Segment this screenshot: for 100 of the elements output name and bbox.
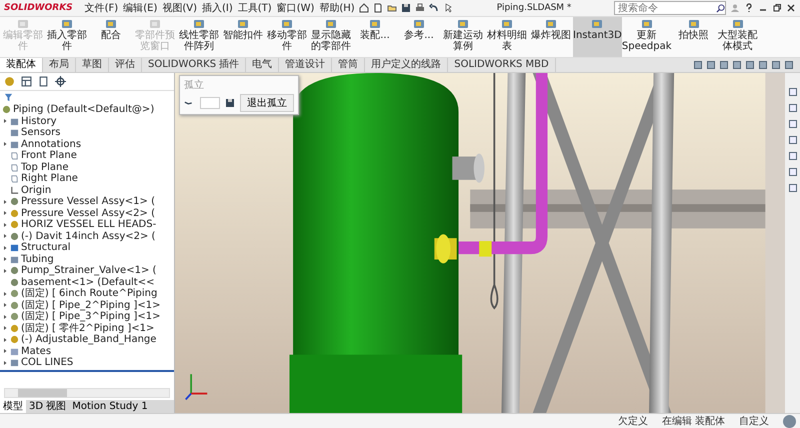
tree-item[interactable]: Tubing	[21, 254, 54, 265]
ribbon-button[interactable]: 拍快照	[672, 17, 716, 57]
menu-item[interactable]: 窗口(W)	[276, 1, 314, 15]
origin-icon	[10, 186, 19, 195]
avatar	[783, 414, 796, 428]
tree-item[interactable]: Right Plane	[21, 173, 78, 184]
tree-item[interactable]: (固定) [ 零件2^Piping ]<1>	[21, 322, 154, 334]
expand-arrow-icon[interactable]	[2, 118, 8, 124]
ribbon-button[interactable]: 线性零部件阵列	[177, 17, 221, 57]
tree-item[interactable]: (-) Davit 14inch Assy<2> (	[21, 230, 156, 242]
expand-arrow-icon[interactable]	[2, 198, 8, 205]
tool-icon	[501, 18, 513, 30]
expand-arrow-icon[interactable]	[2, 336, 8, 343]
assembly-icon	[2, 105, 11, 114]
ribbon-button[interactable]: 插入零部件	[45, 17, 89, 57]
undo-icon[interactable]	[428, 3, 439, 13]
tool-icon	[281, 18, 293, 30]
expand-arrow-icon[interactable]	[2, 141, 8, 148]
tree-item[interactable]: basement<1> (Default<<	[21, 276, 154, 288]
property-tab-icon[interactable]	[21, 76, 32, 87]
tree-item[interactable]: Sensors	[21, 127, 60, 138]
ribbon-button[interactable]: 更新Speedpak	[622, 17, 672, 57]
tree-item[interactable]: Piping (Default<Default@>)	[13, 104, 154, 116]
tree-item[interactable]: Mates	[21, 346, 52, 357]
tree-item[interactable]: COL LINES	[21, 357, 74, 368]
tree-item[interactable]: Pressure Vessel Assy<2> (	[21, 208, 156, 219]
search-input[interactable]: 搜索命令	[615, 2, 716, 14]
new-document-icon[interactable]	[372, 3, 383, 13]
search-icon[interactable]	[716, 4, 725, 12]
search-field[interactable]: 搜索命令	[614, 1, 726, 15]
ribbon-button[interactable]: 智能扣件	[221, 17, 265, 57]
ribbon-button[interactable]: 新建运动算例	[441, 17, 485, 57]
ribbon-button[interactable]: 移动零部件	[265, 17, 309, 57]
horizontal-scrollbar[interactable]	[4, 388, 170, 398]
tree-item[interactable]: Origin	[21, 184, 52, 196]
mates-icon	[10, 346, 19, 356]
crosshair-icon[interactable]	[55, 76, 66, 87]
tool-icon	[545, 18, 557, 30]
home-icon[interactable]	[358, 3, 369, 13]
exit-isolate-button[interactable]: 退出孤立	[240, 94, 294, 112]
popup-title: 孤立	[184, 78, 205, 92]
expand-arrow-icon[interactable]	[2, 325, 8, 332]
print-icon[interactable]	[414, 3, 425, 13]
expand-arrow-icon[interactable]	[2, 290, 8, 297]
close-icon[interactable]	[786, 3, 796, 13]
folder-icon[interactable]	[386, 3, 397, 13]
expand-arrow-icon[interactable]	[2, 302, 8, 308]
tool-icon	[591, 18, 604, 30]
filter-icon[interactable]	[4, 93, 13, 102]
expand-arrow-icon[interactable]	[2, 360, 8, 366]
status-text: 欠定义	[618, 414, 648, 428]
tree-item[interactable]: History	[21, 116, 57, 127]
assembly-icon	[10, 197, 19, 206]
tool-icon	[325, 18, 337, 30]
menu-item[interactable]: 编辑(E)	[123, 1, 158, 15]
expand-arrow-icon[interactable]	[2, 222, 8, 228]
tool-icon	[369, 18, 381, 30]
menu-item[interactable]: 帮助(H)	[319, 1, 355, 15]
tree-item[interactable]: (固定) [ Pipe_3^Piping ]<1>	[21, 311, 160, 322]
ribbon-tab[interactable]: 装配体	[0, 58, 43, 72]
menu-item[interactable]: 插入(I)	[202, 1, 233, 15]
tool-icon	[237, 18, 249, 30]
save-icon[interactable]	[400, 3, 411, 13]
ribbon-button[interactable]: 显示隐藏的零部件	[309, 17, 353, 57]
ribbon-button[interactable]: 参考...	[397, 17, 441, 57]
ribbon-button[interactable]: 爆炸视图	[529, 17, 573, 57]
tree-item[interactable]: Pressure Vessel Assy<1> (	[21, 196, 156, 208]
tree-item[interactable]: Top Plane	[21, 162, 68, 173]
expand-arrow-icon[interactable]	[2, 233, 8, 240]
configuration-tab-icon[interactable]	[38, 76, 49, 87]
tree-item[interactable]: Front Plane	[21, 150, 77, 162]
folder-icon	[10, 358, 19, 368]
expand-arrow-icon[interactable]	[2, 268, 8, 274]
ribbon-button[interactable]: 配合	[89, 17, 133, 57]
tree-item[interactable]: Pump_Strainer_Valve<1> (	[21, 265, 156, 276]
help-icon[interactable]	[744, 3, 754, 13]
bottom-tab[interactable]: 模型	[0, 400, 26, 413]
expand-arrow-icon[interactable]	[2, 244, 8, 251]
tool-icon	[413, 18, 425, 30]
pointer-icon[interactable]	[442, 3, 453, 13]
ribbon-button[interactable]: 大型装配体模式	[716, 17, 760, 57]
tree-item[interactable]: Annotations	[21, 138, 82, 150]
tree-item[interactable]: HORIZ VESSEL ELL HEADS-	[21, 219, 156, 230]
menu-item[interactable]: 工具(T)	[238, 1, 272, 15]
ribbon-button[interactable]: Instant3D	[573, 17, 622, 57]
expand-arrow-icon[interactable]	[2, 348, 8, 354]
menu-item[interactable]: 文件(F)	[84, 1, 118, 15]
assembly-icon	[10, 232, 19, 241]
menu-item[interactable]: 视图(V)	[162, 1, 197, 15]
save-icon[interactable]	[224, 98, 236, 108]
ribbon-button[interactable]: 材料明细表	[485, 17, 529, 57]
tree-item[interactable]: (固定) [ 6inch Route^Piping	[21, 288, 158, 300]
expand-arrow-icon[interactable]	[2, 314, 8, 320]
tree-item[interactable]: (固定) [ Pipe_2^Piping ]<1>	[21, 300, 160, 311]
restore-icon[interactable]	[772, 3, 782, 13]
expand-arrow-icon[interactable]	[2, 256, 8, 262]
expand-arrow-icon[interactable]	[2, 210, 8, 216]
tree-item[interactable]: (-) Adjustable_Band_Hange	[21, 334, 156, 346]
tree-item[interactable]: Structural	[21, 242, 70, 254]
ribbon-button[interactable]: 装配...	[353, 17, 397, 57]
